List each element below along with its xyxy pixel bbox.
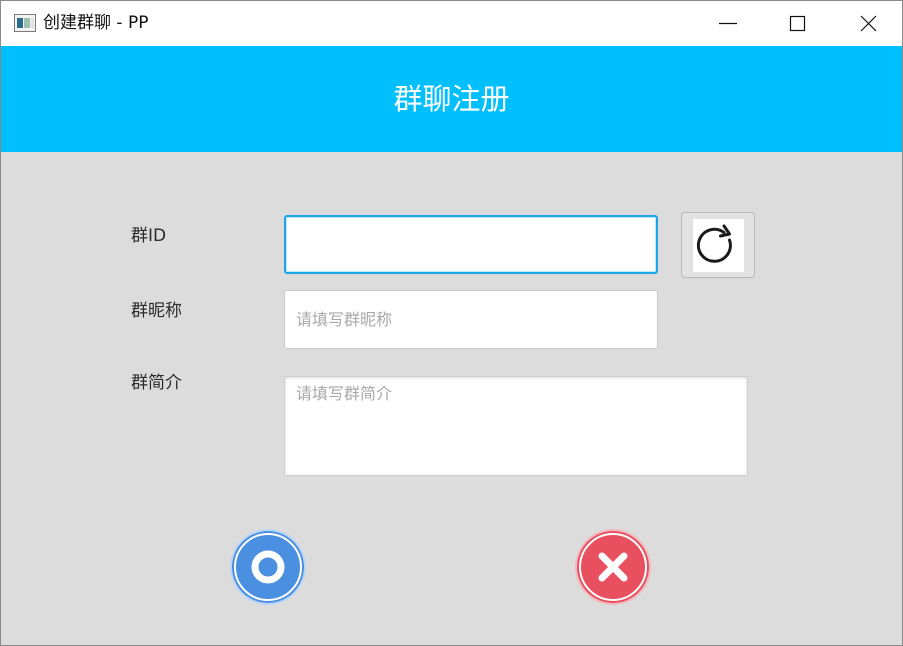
group-intro-label: 群简介 [131, 373, 182, 393]
circle-ok-icon [230, 529, 306, 605]
app-icon [14, 14, 36, 32]
maximize-button[interactable] [768, 1, 828, 46]
group-intro-textarea[interactable] [284, 376, 748, 476]
group-nickname-label: 群昵称 [131, 301, 182, 321]
refresh-id-button[interactable] [681, 212, 755, 278]
minimize-button[interactable] [698, 1, 758, 46]
registration-header: 群聊注册 [1, 46, 902, 152]
title-bar: 创建群聊 - PP [1, 1, 902, 46]
group-id-label: 群ID [131, 226, 167, 246]
cancel-button[interactable] [573, 527, 653, 607]
close-icon [860, 15, 877, 32]
create-group-window: 创建群聊 - PP 群聊注册 群ID 群昵称 请填写群昵称 群简介 请填写群简介 [0, 0, 903, 646]
maximize-icon [789, 15, 806, 32]
page-title: 群聊注册 [393, 82, 510, 116]
group-nickname-input[interactable] [284, 290, 658, 349]
refresh-icon [696, 224, 732, 263]
close-circle-icon [575, 529, 651, 605]
window-title: 创建群聊 - PP [43, 13, 149, 33]
confirm-button[interactable] [228, 527, 308, 607]
close-button[interactable] [838, 1, 898, 46]
refresh-icon-box [693, 219, 744, 272]
group-id-input[interactable] [284, 215, 658, 274]
minimize-icon [719, 22, 737, 25]
